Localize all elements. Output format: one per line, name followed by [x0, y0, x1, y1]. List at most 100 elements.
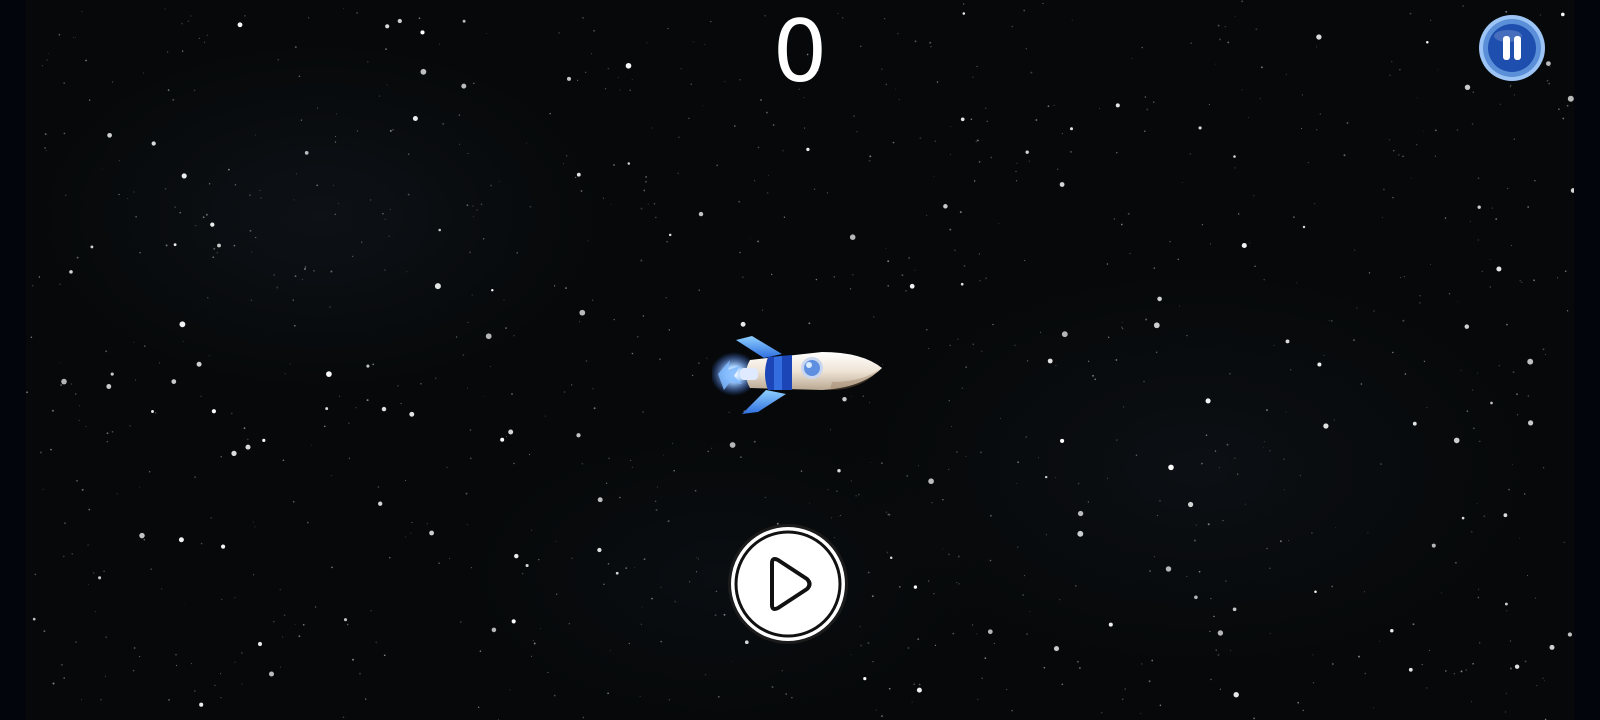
star [262, 438, 266, 442]
star [446, 466, 448, 469]
star [133, 341, 135, 343]
star [1460, 670, 1463, 673]
star [688, 117, 690, 119]
star [105, 350, 108, 353]
star [1566, 310, 1569, 312]
star [1288, 539, 1290, 542]
star [1399, 69, 1401, 71]
star [71, 553, 73, 555]
star [1198, 570, 1201, 573]
game-screen[interactable]: 0 [0, 0, 1600, 720]
star [1533, 279, 1536, 282]
star [302, 623, 305, 626]
star [1269, 449, 1271, 452]
star [279, 589, 281, 591]
star [158, 362, 161, 364]
star [78, 419, 80, 421]
star [294, 275, 297, 277]
star [972, 624, 974, 626]
star [181, 50, 184, 52]
star [970, 118, 973, 121]
star [934, 140, 937, 142]
star [1549, 66, 1551, 68]
star [1469, 220, 1471, 222]
star [370, 610, 372, 612]
star [1524, 660, 1527, 663]
star [613, 164, 615, 166]
star [418, 17, 421, 20]
star [389, 129, 392, 132]
star [898, 586, 901, 588]
star [1323, 354, 1325, 356]
star [571, 557, 573, 559]
star [294, 46, 297, 49]
star [165, 244, 168, 247]
star [106, 384, 112, 389]
star [1564, 270, 1567, 273]
star [234, 184, 237, 186]
star [465, 492, 468, 495]
star [1464, 324, 1470, 329]
star [200, 395, 202, 398]
star [791, 697, 793, 699]
star [1505, 711, 1507, 713]
star [382, 212, 384, 215]
star [1029, 611, 1031, 613]
star [313, 270, 315, 272]
star [1229, 372, 1231, 375]
pause-button[interactable] [1478, 14, 1546, 82]
star [1234, 15, 1236, 17]
star [1165, 566, 1172, 572]
star [466, 387, 468, 389]
star [1044, 475, 1048, 479]
star [959, 211, 962, 214]
star [871, 595, 874, 598]
star [886, 551, 889, 554]
star [330, 475, 332, 477]
star [1168, 464, 1174, 471]
star [1421, 664, 1423, 666]
star [204, 41, 206, 43]
star [183, 604, 185, 606]
star [1259, 98, 1261, 100]
star [916, 687, 922, 693]
star [195, 224, 197, 227]
star [1187, 501, 1194, 508]
star [1346, 122, 1349, 124]
star [1297, 701, 1300, 704]
star [980, 451, 982, 454]
star [1145, 318, 1148, 321]
star [409, 411, 415, 417]
star [950, 154, 951, 155]
star [627, 162, 631, 165]
star [107, 132, 112, 138]
star [1234, 457, 1236, 460]
play-button[interactable] [727, 523, 849, 645]
star [460, 621, 462, 623]
star [656, 486, 659, 488]
star [1453, 672, 1456, 675]
star [1113, 218, 1115, 220]
star [640, 259, 643, 262]
star [243, 427, 246, 430]
star [1218, 467, 1220, 469]
star [1381, 216, 1384, 218]
star [1028, 160, 1030, 162]
star [164, 8, 166, 10]
star [1476, 502, 1478, 504]
star [1055, 364, 1057, 366]
star [1316, 129, 1318, 131]
star [698, 289, 700, 291]
star [881, 715, 883, 718]
star [653, 203, 656, 205]
star [1499, 103, 1502, 105]
star [482, 238, 485, 240]
star [602, 197, 605, 199]
star [655, 508, 658, 511]
star [887, 284, 890, 287]
star [1015, 170, 1017, 173]
star [1122, 321, 1123, 323]
star [1412, 421, 1417, 426]
star [304, 151, 309, 155]
star [1444, 669, 1447, 672]
